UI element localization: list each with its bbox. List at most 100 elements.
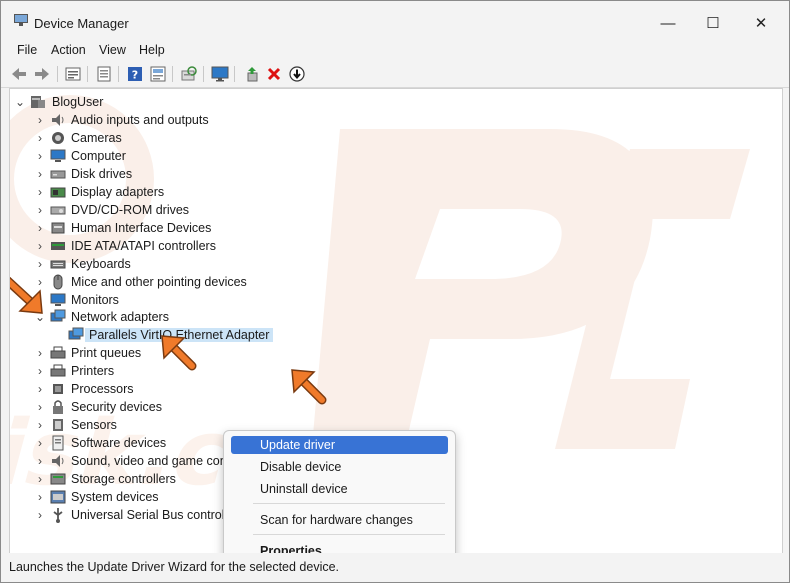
tree-category-display-adapters[interactable]: › Display adapters xyxy=(10,183,310,201)
expand-icon[interactable]: › xyxy=(34,344,46,362)
expand-icon[interactable]: › xyxy=(34,488,46,506)
toolbar-separator xyxy=(57,66,58,82)
expand-icon[interactable]: › xyxy=(34,237,46,255)
hid-icon xyxy=(51,222,65,234)
tree-category-human-interface-devices[interactable]: › Human Interface Devices xyxy=(10,219,310,237)
menu-action[interactable]: Action xyxy=(51,43,86,57)
help-button[interactable]: ? xyxy=(126,65,144,83)
window-title: Device Manager xyxy=(34,16,129,31)
tree-item-label: Universal Serial Bus controllers xyxy=(71,508,245,522)
expand-icon[interactable]: › xyxy=(34,219,46,237)
device-manager-icon xyxy=(14,14,28,26)
expand-icon[interactable]: › xyxy=(34,111,46,129)
expand-icon[interactable]: › xyxy=(34,434,46,452)
toolbar-separator xyxy=(118,66,119,82)
tree-category-dvd-cd-rom-drives[interactable]: › DVD/CD-ROM drives xyxy=(10,201,310,219)
expand-icon[interactable]: › xyxy=(34,416,46,434)
tree-root-label: BlogUser xyxy=(52,95,104,109)
menu-disable-device[interactable]: Disable device xyxy=(231,458,448,476)
tree-item-label: IDE ATA/ATAPI controllers xyxy=(71,239,216,253)
speaker-icon xyxy=(52,114,64,126)
properties-icon xyxy=(65,67,81,81)
tree-item-label: Keyboards xyxy=(71,257,131,271)
menu-view[interactable]: View xyxy=(99,43,126,57)
disable-button[interactable] xyxy=(288,65,306,83)
printer-icon xyxy=(50,346,66,359)
back-button[interactable] xyxy=(10,65,28,83)
scan-hardware-button[interactable] xyxy=(180,65,198,83)
close-button[interactable]: ✕ xyxy=(741,9,781,37)
help-icon: ? xyxy=(128,67,142,82)
title-bar: Device Manager — ☐ ✕ xyxy=(1,1,789,41)
tree-item-label: Display adapters xyxy=(71,185,165,199)
status-bar: Launches the Update Driver Wizard for th… xyxy=(1,553,789,582)
monitor-button[interactable] xyxy=(211,65,229,83)
collapse-icon[interactable]: ⌄ xyxy=(14,93,26,111)
tree-category-disk-drives[interactable]: › Disk drives xyxy=(10,165,310,183)
expand-icon[interactable]: › xyxy=(34,201,46,219)
expand-icon[interactable]: › xyxy=(34,452,46,470)
menu-uninstall-device[interactable]: Uninstall device xyxy=(231,480,448,498)
device-tree-pane[interactable]: risk.com ⌄ BlogUser › Audio inputs and ou… xyxy=(9,88,783,554)
expand-icon[interactable]: › xyxy=(34,255,46,273)
annotation-arrow-network xyxy=(10,277,43,314)
tree-item-label: Network adapters xyxy=(71,310,169,324)
expand-icon[interactable]: › xyxy=(34,165,46,183)
tree-item-label: Processors xyxy=(71,382,134,396)
expand-icon[interactable]: › xyxy=(34,147,46,165)
update-driver-button[interactable] xyxy=(244,65,262,83)
tree-category-cameras[interactable]: › Cameras xyxy=(10,129,310,147)
disk-icon xyxy=(50,170,66,179)
tree-category-keyboards[interactable]: › Keyboards xyxy=(10,255,310,273)
tree-category-mice-and-other-pointing-devices[interactable]: › Mice and other pointing devices xyxy=(10,273,310,291)
update-driver-icon xyxy=(247,67,258,82)
toolbar-separator xyxy=(87,66,88,82)
annotation-arrow-adapter xyxy=(161,335,197,371)
tree-item-label: Printers xyxy=(71,364,115,378)
toolbar: ? xyxy=(1,61,789,88)
tree-item-label: DVD/CD-ROM drives xyxy=(71,203,190,217)
menu-update-driver[interactable]: Update driver xyxy=(231,436,448,454)
network-icon xyxy=(50,309,66,322)
menu-scan-hardware[interactable]: Scan for hardware changes xyxy=(231,511,448,529)
minimize-button[interactable]: — xyxy=(648,9,688,37)
expand-icon[interactable]: › xyxy=(34,506,46,524)
monitor-icon xyxy=(50,293,66,306)
processor-icon xyxy=(53,384,63,394)
expand-icon[interactable]: › xyxy=(34,380,46,398)
tree-item-label: Storage controllers xyxy=(71,472,176,486)
tree-category-processors[interactable]: › Processors xyxy=(10,380,310,398)
expand-icon[interactable]: › xyxy=(34,362,46,380)
tree-category-ide-ata-atapi-controllers[interactable]: › IDE ATA/ATAPI controllers xyxy=(10,237,310,255)
driver-details-icon xyxy=(97,66,111,82)
properties-button[interactable] xyxy=(64,65,82,83)
storage-icon xyxy=(50,473,66,485)
expand-icon[interactable]: › xyxy=(34,470,46,488)
speaker-icon xyxy=(52,455,64,467)
menu-bar: File Action View Help xyxy=(1,41,789,61)
display-adapter-icon xyxy=(50,187,66,198)
forward-button[interactable] xyxy=(33,65,51,83)
expand-icon[interactable]: › xyxy=(34,183,46,201)
menu-help[interactable]: Help xyxy=(139,43,165,57)
keyboard-icon xyxy=(50,260,66,269)
toolbar-separator xyxy=(172,66,173,82)
status-text: Launches the Update Driver Wizard for th… xyxy=(9,560,340,574)
driver-details-button[interactable] xyxy=(95,65,113,83)
toolbar-separator xyxy=(203,66,204,82)
tree-category-security-devices[interactable]: › Security devices xyxy=(10,398,310,416)
uninstall-button[interactable] xyxy=(265,65,283,83)
menu-separator xyxy=(253,534,445,535)
menu-file[interactable]: File xyxy=(17,43,37,57)
show-hidden-button[interactable] xyxy=(149,65,167,83)
tree-category-audio-inputs-and-outputs[interactable]: › Audio inputs and outputs xyxy=(10,111,310,129)
tree-root[interactable]: ⌄ BlogUser xyxy=(10,93,310,111)
expand-icon[interactable]: › xyxy=(34,398,46,416)
maximize-button[interactable]: ☐ xyxy=(693,9,733,37)
tree-category-network-adapters[interactable]: ⌄ Network adapters xyxy=(10,308,310,326)
network-icon xyxy=(68,327,84,340)
tree-category-monitors[interactable]: ›Monitors xyxy=(10,291,310,309)
tree-item-label: Print queues xyxy=(71,346,142,360)
expand-icon[interactable]: › xyxy=(34,129,46,147)
tree-category-computer[interactable]: › Computer xyxy=(10,147,310,165)
